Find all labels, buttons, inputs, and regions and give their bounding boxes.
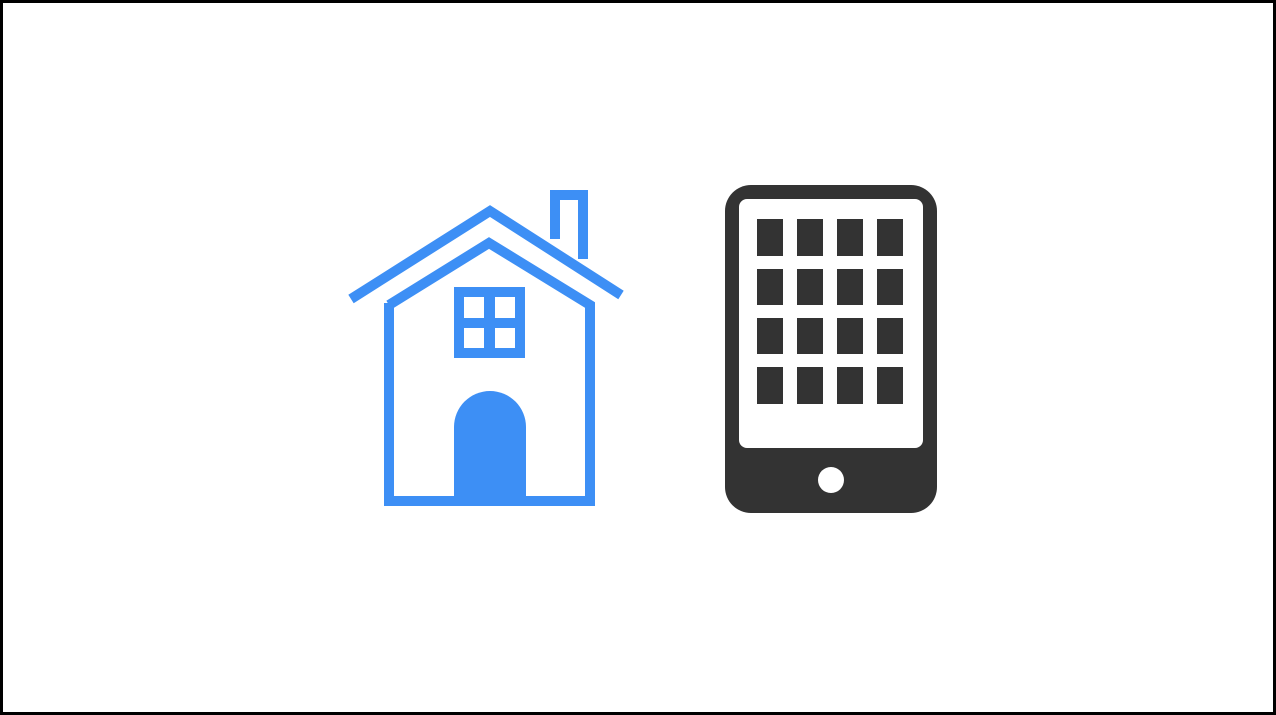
house-window: [454, 287, 525, 358]
tablet-icon: [725, 185, 937, 513]
house-door: [454, 391, 526, 501]
house-icon: [348, 190, 624, 506]
tablet-home-button: [818, 467, 844, 493]
house-chimney: [550, 190, 588, 259]
slide-frame: [0, 0, 1276, 715]
